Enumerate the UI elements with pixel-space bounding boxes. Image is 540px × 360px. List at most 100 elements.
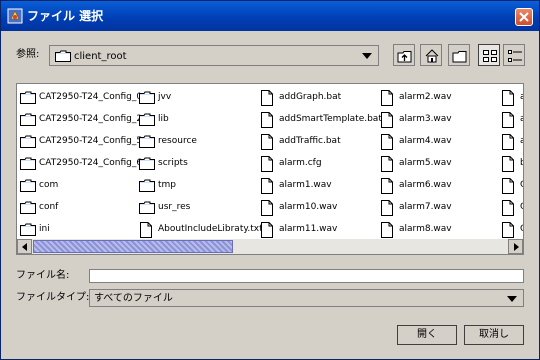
folder-icon (139, 157, 155, 170)
file-icon (381, 134, 393, 150)
item-label: CAT2950-T24_Config_0 (39, 92, 143, 102)
file-icon (381, 112, 393, 128)
folder-icon (20, 223, 36, 236)
item-label: CAT2950-T24_Config_2 (39, 114, 143, 124)
details-view-icon (508, 50, 522, 62)
item-label: conf (39, 202, 59, 212)
close-button[interactable] (515, 8, 533, 26)
filename-input[interactable] (89, 269, 524, 283)
item-label: com (39, 180, 59, 190)
file-icon (261, 156, 273, 172)
home-button[interactable] (420, 44, 442, 66)
folder-icon (55, 50, 71, 62)
item-label: alarm5.wav (399, 158, 452, 168)
file-icon (381, 178, 393, 194)
new-folder-icon (452, 51, 467, 63)
java-app-icon (7, 8, 23, 24)
horizontal-scrollbar[interactable] (17, 239, 523, 254)
item-label: alarm10.wav (279, 202, 338, 212)
file-icon (381, 156, 393, 172)
open-button[interactable]: 開く (397, 325, 457, 345)
item-label: resource (158, 136, 197, 146)
folder-icon (20, 201, 36, 214)
file-chooser-dialog: ファイル 選択 参照: client_root CAT2950-T24_Conf… (0, 0, 540, 360)
file-icon (381, 200, 393, 216)
item-label: b (520, 155, 523, 171)
item-label: alarm1.wav (279, 180, 332, 190)
lookin-label: 参照: (16, 49, 40, 60)
close-icon (519, 12, 529, 22)
lookin-value: client_root (74, 51, 127, 62)
item-label: jvv (158, 92, 172, 102)
scroll-left-icon (22, 243, 27, 251)
chevron-down-icon[interactable] (362, 53, 372, 59)
file-icon (502, 112, 514, 128)
file-icon (261, 134, 273, 150)
scroll-right-button[interactable] (508, 239, 523, 254)
file-icon (261, 112, 273, 128)
item-label: alarm7.wav (399, 202, 452, 212)
scrollbar-thumb[interactable] (33, 240, 233, 253)
item-label: CAT2950-T24_Config_6 (39, 158, 143, 168)
file-list[interactable]: CAT2950-T24_Config_0 CAT2950-T24_Config_2… (16, 83, 524, 255)
filetype-value: すべてのファイル (94, 293, 173, 304)
item-label: alarm8.wav (399, 224, 452, 234)
item-label: alarm4.wav (399, 136, 452, 146)
item-label: addSmartTemplate.bat (279, 114, 382, 124)
file-icon (502, 134, 514, 150)
item-label: C (520, 221, 523, 237)
filename-label: ファイル名: (16, 270, 70, 281)
new-folder-button[interactable] (448, 44, 470, 66)
item-label: a (520, 89, 523, 105)
scroll-left-button[interactable] (17, 239, 32, 254)
item-label: ini (39, 224, 50, 234)
item-label: alarm6.wav (399, 180, 452, 190)
folder-icon (20, 157, 36, 170)
file-icon (261, 222, 273, 238)
title-bar: ファイル 選択 (1, 1, 539, 31)
item-label: usr_res (158, 202, 191, 212)
folder-icon (139, 179, 155, 192)
item-label: C (520, 199, 523, 215)
filetype-label: ファイルタイプ: (16, 292, 90, 303)
file-icon (502, 90, 514, 106)
item-label: alarm.cfg (279, 158, 322, 168)
folder-icon (20, 113, 36, 126)
chevron-down-icon[interactable] (507, 296, 517, 302)
up-folder-icon (397, 51, 412, 63)
scroll-right-icon (514, 243, 519, 251)
file-icon (502, 200, 514, 216)
file-icon (261, 90, 273, 106)
file-icon (261, 178, 273, 194)
item-label: AboutIncludeLibraty.txt (158, 224, 263, 234)
file-icon (140, 222, 152, 238)
folder-icon (20, 91, 36, 104)
item-label: alarm2.wav (399, 92, 452, 102)
file-icon (381, 222, 393, 238)
folder-icon (20, 135, 36, 148)
details-view-button[interactable] (503, 44, 525, 66)
up-one-level-button[interactable] (393, 44, 415, 66)
folder-icon (139, 201, 155, 214)
folder-icon (20, 179, 36, 192)
item-label: addGraph.bat (279, 92, 342, 102)
lookin-combo[interactable]: client_root (49, 45, 379, 66)
item-label: a (520, 111, 523, 127)
item-label: lib (158, 114, 169, 124)
list-view-button[interactable] (478, 44, 500, 66)
list-view-icon (483, 50, 497, 62)
item-label: a (520, 133, 523, 149)
file-icon (502, 156, 514, 172)
file-icon (502, 178, 514, 194)
item-label: CAT2950-T24_Config_5 (39, 136, 143, 146)
window-title: ファイル 選択 (27, 9, 104, 23)
file-icon (502, 222, 514, 238)
file-icon (381, 90, 393, 106)
file-icon (261, 200, 273, 216)
home-icon (425, 49, 439, 63)
item-label: tmp (158, 180, 177, 190)
filetype-combo[interactable]: すべてのファイル (89, 289, 524, 307)
cancel-button[interactable]: 取消し (464, 325, 524, 345)
item-label: alarm3.wav (399, 114, 452, 124)
folder-icon (139, 113, 155, 126)
